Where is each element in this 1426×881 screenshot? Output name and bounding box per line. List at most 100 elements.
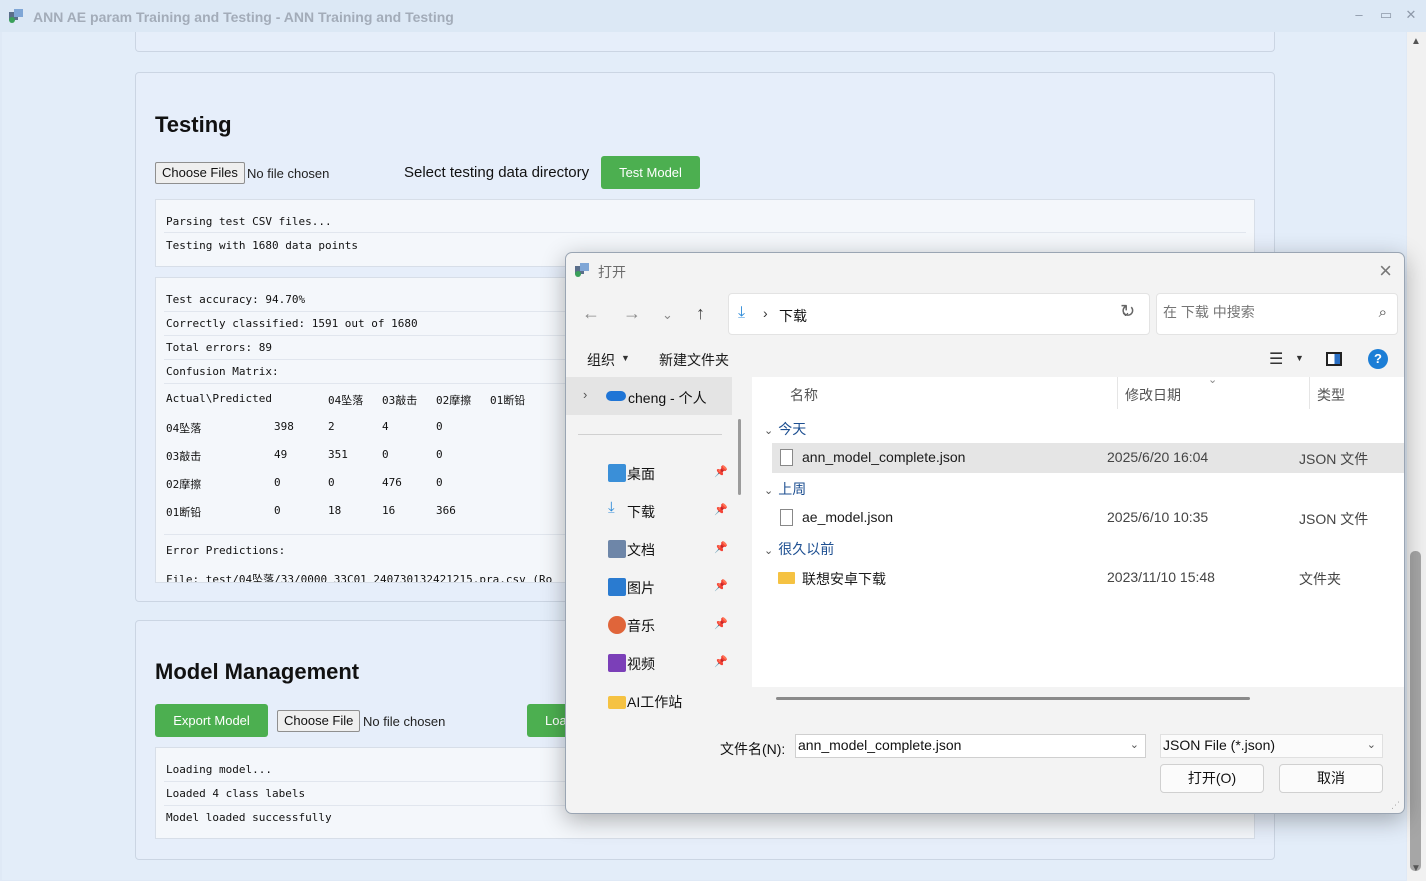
file-date: 2025/6/10 10:35 — [1107, 509, 1209, 525]
test-model-button[interactable]: Test Model — [601, 156, 700, 189]
scroll-up-icon[interactable]: ▲ — [1410, 36, 1422, 47]
filetype-select[interactable]: JSON File (*.json) ⌄ — [1160, 734, 1383, 758]
matrix-cell: 0 — [274, 504, 281, 517]
previous-section — [135, 32, 1275, 52]
nav-item-onedrive[interactable]: › cheng - 个人 — [566, 377, 732, 415]
folder-icon — [608, 696, 626, 709]
group-label: 很久以前 — [778, 541, 835, 557]
nav-item-downloads[interactable]: ⤓ 下载 📌 — [578, 496, 728, 526]
new-folder-button[interactable]: 新建文件夹 — [659, 350, 729, 370]
nav-item-pictures[interactable]: 图片 📌 — [578, 572, 728, 602]
pin-icon[interactable]: 📌 — [714, 465, 728, 478]
search-box[interactable]: ⌕ — [1156, 293, 1398, 335]
pin-icon[interactable]: 📌 — [714, 541, 728, 554]
open-button[interactable]: 打开(O) — [1160, 764, 1264, 793]
nav-item-documents[interactable]: 文档 📌 — [578, 534, 728, 564]
nav-item-ai-workstation[interactable]: AI工作站 — [578, 686, 728, 709]
desktop-icon — [608, 464, 626, 482]
maximize-button[interactable]: ▭ — [1377, 6, 1395, 24]
filename-input[interactable]: ann_model_complete.json ⌄ — [795, 734, 1146, 758]
expand-chevron-icon[interactable]: › — [583, 387, 587, 402]
file-name: 联想安卓下载 — [802, 571, 886, 587]
nav-item-label: 下载 — [627, 504, 655, 520]
search-icon: ⌕ — [1378, 304, 1387, 321]
choose-files-button[interactable]: Choose Files — [155, 162, 245, 184]
error-prediction-line: File: test/04坠落/33/0000_33C01_2407301324… — [166, 573, 553, 583]
column-header-date[interactable]: 修改日期 — [1125, 385, 1181, 405]
column-divider[interactable] — [1117, 377, 1118, 409]
pin-icon[interactable]: 📌 — [714, 579, 728, 592]
forward-arrow-icon[interactable]: → — [623, 303, 641, 324]
choose-file-button[interactable]: Choose File — [277, 710, 361, 732]
refresh-icon[interactable]: ↻ — [1120, 301, 1135, 322]
column-header-type[interactable]: 类型 — [1317, 385, 1345, 405]
page-scrollbar[interactable]: ▲ ▼ — [1407, 32, 1426, 881]
close-button[interactable]: ✕ — [1402, 6, 1420, 24]
view-dropdown-icon[interactable]: ▼ — [1295, 353, 1304, 363]
chevron-down-icon[interactable]: ⌄ — [1130, 738, 1139, 751]
search-input[interactable] — [1163, 304, 1363, 320]
export-model-button[interactable]: Export Model — [155, 704, 268, 737]
chevron-down-icon[interactable]: ⌄ — [1367, 738, 1376, 751]
up-arrow-icon[interactable]: ↑ — [696, 303, 705, 324]
file-icon — [780, 509, 793, 526]
collapse-chevron-icon[interactable]: ⌄ — [764, 425, 773, 437]
pin-icon[interactable]: 📌 — [714, 655, 728, 668]
nav-item-label: AI工作站 — [627, 694, 683, 709]
column-divider[interactable] — [1309, 377, 1310, 409]
nav-scrollbar-thumb[interactable] — [738, 419, 741, 495]
minimize-button[interactable]: – — [1350, 6, 1368, 24]
matrix-row-label: 04坠落 — [166, 422, 202, 435]
column-header-name[interactable]: 名称 — [790, 385, 818, 405]
file-type: JSON 文件 — [1299, 451, 1369, 467]
address-bar[interactable]: ⤓ › 下载 ⌄ — [728, 293, 1150, 335]
pin-icon[interactable]: 📌 — [714, 617, 728, 630]
matrix-cell: 49 — [274, 448, 288, 461]
window-title: ANN AE param Training and Testing - ANN … — [33, 9, 454, 25]
view-list-icon[interactable]: ☰ — [1269, 349, 1283, 369]
cancel-button[interactable]: 取消 — [1279, 764, 1383, 793]
group-header-long-ago[interactable]: ⌄ 很久以前 — [764, 539, 834, 559]
breadcrumb-chevron-icon[interactable]: › — [763, 305, 768, 321]
address-current-folder[interactable]: 下载 — [779, 306, 807, 326]
scroll-down-icon[interactable]: ▼ — [1410, 863, 1422, 874]
resize-grip-icon[interactable]: ⋰ — [1391, 800, 1400, 811]
sort-chevron-icon: ⌄ — [1208, 377, 1218, 386]
nav-item-desktop[interactable]: 桌面 📌 — [578, 458, 728, 488]
group-header-last-week[interactable]: ⌄ 上周 — [764, 479, 806, 499]
scrollbar-thumb[interactable] — [1410, 551, 1421, 871]
file-date: 2023/11/10 15:48 — [1107, 569, 1215, 585]
matrix-cell: 0 — [328, 476, 335, 489]
organize-menu[interactable]: 组织 — [587, 350, 615, 370]
pin-icon[interactable]: 📌 — [714, 503, 728, 516]
pictures-icon — [608, 578, 626, 596]
nav-item-music[interactable]: 音乐 📌 — [578, 610, 728, 640]
file-row[interactable]: ann_model_complete.json 2025/6/20 16:04 … — [772, 443, 1404, 473]
help-icon[interactable]: ? — [1368, 349, 1388, 369]
close-icon[interactable]: × — [1379, 258, 1392, 284]
log-line: Parsing test CSV files... — [166, 215, 332, 228]
collapse-chevron-icon[interactable]: ⌄ — [764, 545, 773, 557]
onedrive-icon — [606, 391, 626, 401]
file-icon — [780, 449, 793, 466]
matrix-cell: 4 — [382, 420, 389, 433]
nav-item-videos[interactable]: 视频 📌 — [578, 648, 728, 678]
matrix-row-label: 02摩擦 — [166, 478, 202, 491]
folder-row[interactable]: 联想安卓下载 2023/11/10 15:48 文件夹 — [772, 563, 1404, 593]
accuracy-line: Test accuracy: 94.70% — [166, 293, 306, 306]
recent-locations-chevron-icon[interactable]: ⌄ — [662, 307, 673, 323]
nav-item-label: 音乐 — [627, 618, 655, 634]
back-arrow-icon[interactable]: ← — [582, 303, 600, 324]
filename-value: ann_model_complete.json — [798, 737, 962, 753]
file-list-scrollbar[interactable] — [776, 697, 1250, 700]
filename-label: 文件名(N): — [720, 741, 786, 757]
nav-item-label: 视频 — [627, 656, 655, 672]
matrix-cell: 0 — [382, 448, 389, 461]
error-predictions-heading: Error Predictions: — [166, 544, 286, 557]
matrix-header-cell: 04坠落 — [328, 394, 364, 407]
collapse-chevron-icon[interactable]: ⌄ — [764, 485, 773, 497]
preview-pane-icon[interactable] — [1326, 352, 1342, 366]
group-header-today[interactable]: ⌄ 今天 — [764, 419, 806, 439]
file-row[interactable]: ae_model.json 2025/6/10 10:35 JSON 文件 — [772, 503, 1404, 533]
organize-dropdown-icon[interactable]: ▼ — [621, 353, 630, 363]
